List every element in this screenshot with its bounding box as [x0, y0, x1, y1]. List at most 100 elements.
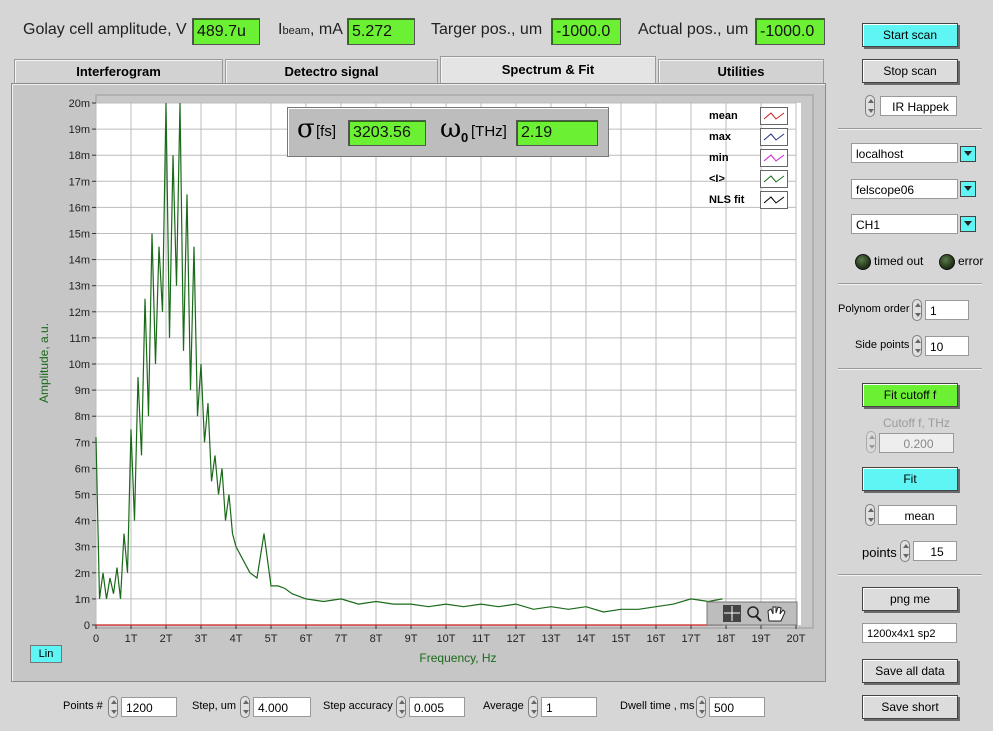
sigma-symbol: σ — [297, 114, 315, 144]
channel-dropdown-icon[interactable] — [960, 216, 976, 232]
spectrum-chart: 0 1m 2m 3m 4m 5m 6m 7m 8m 9m 10m 11m 12m 13m 14m 15m 16m… — [37, 94, 814, 665]
ir-source-spinner[interactable] — [865, 95, 875, 117]
cutoff-field[interactable]: 0.200 — [879, 433, 954, 453]
points-field[interactable]: 15 — [913, 541, 957, 561]
y-tick-label: 1m — [75, 594, 90, 606]
target-pos-value: -1000.0 — [551, 18, 621, 45]
x-tick-label: 4T — [230, 633, 243, 645]
omega-subscript: 0 — [461, 130, 469, 145]
side-points-field[interactable]: 10 — [925, 336, 969, 356]
legend-max-swatch[interactable] — [760, 128, 788, 146]
file-name-field[interactable]: 1200x4x1 sp2 — [862, 623, 957, 643]
average-label: Average — [483, 700, 524, 712]
omega-symbol: ω — [440, 114, 462, 144]
actual-pos-value: -1000.0 — [755, 18, 825, 45]
host-select[interactable]: localhost — [851, 143, 958, 163]
side-points-spinner[interactable] — [912, 335, 922, 357]
tab-spectrum-fit[interactable]: Spectrum & Fit — [440, 56, 656, 85]
y-tick-label: 11m — [69, 333, 90, 345]
cutoff-spinner[interactable] — [866, 431, 876, 453]
step-spinner[interactable] — [240, 696, 250, 718]
dwell-time-spinner[interactable] — [696, 696, 706, 718]
y-tick-label: 16m — [69, 202, 90, 214]
points-spinner[interactable] — [900, 540, 910, 562]
x-tick-label: 9T — [405, 633, 418, 645]
start-scan-button[interactable]: Start scan — [862, 23, 958, 47]
x-tick-label: 1T — [125, 633, 138, 645]
x-tick-label: 18T — [717, 633, 736, 645]
tab-detector-signal[interactable]: Detectro signal — [225, 59, 438, 84]
scope-select[interactable]: felscope06 — [851, 179, 958, 199]
step-accuracy-spinner[interactable] — [396, 696, 406, 718]
y-tick-label: 18m — [69, 150, 90, 162]
step-field[interactable]: 4.000 — [253, 697, 311, 717]
timed-out-led — [855, 254, 871, 270]
scope-dropdown-icon[interactable] — [960, 181, 976, 197]
average-field[interactable]: 1 — [541, 697, 597, 717]
y-axis-label: Amplitude, a.u. — [37, 323, 51, 403]
tab-interferogram[interactable]: Interferogram — [14, 59, 223, 84]
separator — [838, 283, 982, 285]
polynom-order-field[interactable]: 1 — [925, 300, 969, 320]
y-tick-label: 13m — [69, 281, 90, 293]
x-tick-label: 14T — [577, 633, 596, 645]
x-tick-label: 0 — [93, 633, 99, 645]
crosshair-tool-icon[interactable] — [723, 605, 741, 622]
y-tick-label: 17m — [69, 176, 90, 188]
tab-utilities[interactable]: Utilities — [658, 59, 824, 84]
stop-scan-button[interactable]: Stop scan — [862, 59, 958, 83]
y-tick-label: 3m — [75, 542, 90, 554]
step-accuracy-field[interactable]: 0.005 — [409, 697, 465, 717]
golay-value: 489.7u — [192, 18, 260, 45]
x-tick-label: 20T — [787, 633, 806, 645]
x-tick-label: 2T — [160, 633, 173, 645]
y-tick-label: 19m — [69, 124, 90, 136]
separator — [838, 128, 982, 130]
y-tick-label: 20m — [69, 98, 90, 110]
fit-mode-field[interactable]: mean — [878, 505, 957, 525]
points-count-label: Points # — [63, 700, 103, 712]
polynom-order-spinner[interactable] — [912, 299, 922, 321]
x-tick-label: 5T — [265, 633, 278, 645]
plot-legend: mean max min <I> NLS fit — [704, 106, 790, 210]
x-tick-label: 12T — [507, 633, 526, 645]
ir-source-field[interactable]: IR Happek — [880, 96, 957, 116]
y-tick-label: 7m — [75, 437, 90, 449]
channel-select[interactable]: CH1 — [851, 214, 958, 234]
save-short-button[interactable]: Save short — [862, 695, 958, 719]
legend-min-label: min — [709, 152, 729, 164]
fit-cutoff-button[interactable]: Fit cutoff f — [862, 383, 958, 407]
points-label: points — [862, 545, 897, 560]
legend-min-swatch[interactable] — [760, 149, 788, 167]
step-label: Step, um — [192, 700, 237, 712]
fit-mode-spinner[interactable] — [865, 504, 875, 526]
dwell-time-field[interactable]: 500 — [709, 697, 765, 717]
png-export-button[interactable]: png me — [862, 587, 958, 611]
error-label: error — [958, 254, 984, 268]
average-spinner[interactable] — [528, 696, 538, 718]
points-count-spinner[interactable] — [108, 696, 118, 718]
x-axis-label: Frequency, Hz — [419, 651, 496, 665]
host-dropdown-icon[interactable] — [960, 146, 976, 162]
y-tick-label: 9m — [75, 385, 90, 397]
fit-button[interactable]: Fit — [862, 467, 958, 491]
lin-log-button[interactable]: Lin — [30, 645, 62, 663]
timed-out-label: timed out — [874, 254, 924, 268]
legend-nls-swatch[interactable] — [760, 191, 788, 209]
x-tick-label: 11T — [472, 633, 490, 645]
legend-mean-label: mean — [709, 110, 738, 122]
save-all-button[interactable]: Save all data — [862, 659, 958, 683]
sigma-unit: [fs] — [316, 123, 337, 140]
legend-mean-swatch[interactable] — [760, 107, 788, 125]
x-tick-label: 16T — [647, 633, 666, 645]
fit-results-box: σ [fs] 3203.56 ω 0 [THz] 2.19 — [287, 107, 609, 157]
sigma-value: 3203.56 — [348, 120, 426, 146]
legend-intensity-label: <I> — [709, 173, 725, 185]
y-tick-label: 10m — [69, 359, 90, 371]
points-count-field[interactable]: 1200 — [121, 697, 177, 717]
x-tick-label: 15T — [612, 633, 631, 645]
y-tick-label: 14m — [69, 255, 90, 267]
legend-intensity-swatch[interactable] — [760, 170, 788, 188]
x-tick-label: 7T — [335, 633, 348, 645]
ibeam-label: Ibeam, mA — [278, 21, 343, 39]
